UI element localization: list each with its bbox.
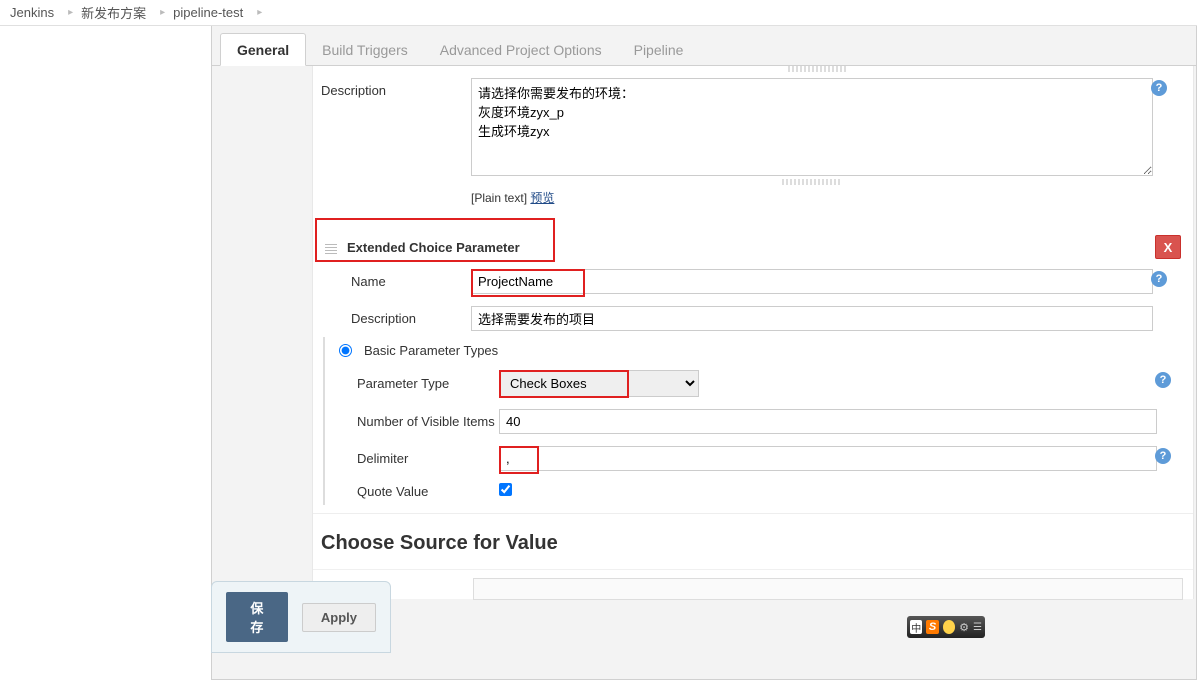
tab-general[interactable]: General xyxy=(220,33,306,66)
help-icon[interactable]: ? xyxy=(1151,80,1167,96)
breadcrumb: Jenkins ▸ 新发布方案 ▸ pipeline-test ▸ xyxy=(0,0,1197,26)
ime-lang-icon[interactable]: 中 xyxy=(910,620,922,634)
apply-button[interactable]: Apply xyxy=(302,603,376,632)
basic-parameter-types-radio[interactable] xyxy=(339,344,352,357)
drag-handle-icon[interactable] xyxy=(782,179,842,185)
grip-icon[interactable] xyxy=(325,242,337,254)
quote-value-label: Quote Value xyxy=(339,484,499,499)
highlight-box xyxy=(315,218,555,262)
description-textarea[interactable]: 请选择你需要发布的环境： 灰度环境zyx_p 生成环境zyx xyxy=(471,78,1153,176)
breadcrumb-item[interactable]: pipeline-test xyxy=(173,5,243,20)
choose-source-heading: Choose Source for Value xyxy=(313,514,1193,569)
gear-icon[interactable]: ⚙ xyxy=(959,621,969,634)
tab-build-triggers[interactable]: Build Triggers xyxy=(306,34,424,65)
tab-pipeline[interactable]: Pipeline xyxy=(618,34,700,65)
config-tabs: General Build Triggers Advanced Project … xyxy=(212,26,1196,66)
quote-value-checkbox[interactable] xyxy=(499,483,512,496)
chevron-right-icon: ▸ xyxy=(257,7,262,18)
breadcrumb-item[interactable]: Jenkins xyxy=(10,5,54,20)
ime-toolbar[interactable]: 中 S ⚙ ☰ xyxy=(907,616,985,638)
description-label: Description xyxy=(321,78,471,98)
ime-emoji-icon[interactable] xyxy=(943,620,955,634)
tab-advanced-project-options[interactable]: Advanced Project Options xyxy=(424,34,618,65)
parameter-type-label: Parameter Type xyxy=(339,376,499,391)
description-label: Description xyxy=(321,306,471,326)
footer-actions: 保存 Apply xyxy=(211,581,391,653)
chevron-right-icon: ▸ xyxy=(68,7,73,18)
parameter-type-select[interactable]: Check Boxes xyxy=(499,370,699,397)
menu-icon[interactable]: ☰ xyxy=(973,622,982,633)
breadcrumb-item[interactable]: 新发布方案 xyxy=(81,3,146,22)
basic-parameter-types-label: Basic Parameter Types xyxy=(364,343,498,358)
help-icon[interactable]: ? xyxy=(1151,271,1167,287)
help-icon[interactable]: ? xyxy=(1155,448,1171,464)
delimiter-label: Delimiter xyxy=(339,451,499,466)
chevron-right-icon: ▸ xyxy=(160,7,165,18)
help-icon[interactable]: ? xyxy=(1155,372,1171,388)
plain-text-label: [Plain text] xyxy=(471,191,527,205)
delete-button[interactable]: X xyxy=(1155,235,1181,259)
visible-items-label: Number of Visible Items xyxy=(339,414,499,429)
preview-link[interactable]: 预览 xyxy=(530,191,554,205)
param-description-input[interactable] xyxy=(471,306,1153,331)
source-value-field[interactable] xyxy=(473,578,1183,600)
ime-sogou-icon[interactable]: S xyxy=(926,620,938,634)
save-button[interactable]: 保存 xyxy=(226,592,288,642)
name-label: Name xyxy=(321,269,471,289)
visible-items-input[interactable] xyxy=(499,409,1157,434)
delimiter-input[interactable] xyxy=(499,446,1157,471)
name-input[interactable] xyxy=(471,269,1153,294)
sidebar xyxy=(0,26,211,680)
